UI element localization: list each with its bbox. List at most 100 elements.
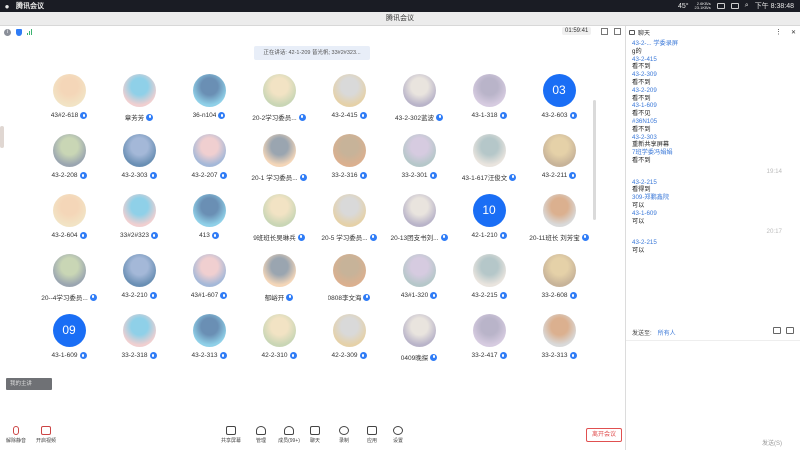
weather-text[interactable]: 45° (678, 3, 689, 10)
participant-avatar (262, 314, 296, 347)
chat-sender: 43-2-415 (632, 55, 657, 63)
participant-tile[interactable]: 20-11班长 刘芳宝 (524, 194, 594, 242)
menubar-app-name[interactable]: 腾讯会议 (16, 1, 44, 11)
screenshot-icon[interactable] (786, 327, 794, 334)
chat-label: 聊天 (309, 438, 320, 444)
participant-tile[interactable]: 43-2-303 (104, 134, 174, 179)
participant-tile[interactable]: 43#1-607 (174, 254, 244, 299)
participant-tile[interactable]: 20-13团支书刘... (384, 194, 454, 242)
microphone-icon (359, 172, 367, 179)
mute-button[interactable]: 解除静音 (2, 426, 30, 444)
participant-avatar (262, 254, 296, 287)
apple-icon[interactable]: ● (0, 2, 14, 11)
participant-tile[interactable]: 33-2-608 (524, 254, 594, 299)
participant-avatar (402, 314, 436, 347)
participant-tile[interactable]: 43-2-415 (314, 74, 384, 119)
participant-tile[interactable]: 9班班长吴琳兵 (244, 194, 314, 242)
participant-tile[interactable]: 20--4学习委员... (34, 254, 104, 302)
participant-tile[interactable]: 43-2-211 (524, 134, 594, 179)
participant-tile[interactable]: 36-n104 (174, 74, 244, 119)
chat-message-list[interactable]: 43-2-... 学委录屏 g的 43-2-415 看不到 43-2-309 看不到 43-… (632, 40, 792, 255)
participant-tile[interactable]: 33-2-313 (524, 314, 594, 359)
participant-name-row: 9班班长吴琳兵 (244, 232, 314, 242)
participant-tile[interactable]: 33-2-301 (384, 134, 454, 179)
participant-tile[interactable]: 10 42-1-210 (454, 194, 524, 239)
microphone-icon (80, 112, 88, 119)
participant-name-row: 42-2-309 (314, 352, 384, 359)
microphone-icon (218, 112, 226, 119)
participant-tile[interactable]: 33-2-417 (454, 314, 524, 359)
microphone-icon (298, 113, 306, 121)
participant-tile[interactable]: 09 43-1-609 (34, 314, 104, 359)
chat-sender: 7班学委冯娟娟 (632, 149, 673, 157)
apps-label: 应用 (366, 438, 377, 444)
members-button[interactable]: 成员(99+) (275, 426, 303, 444)
participant-tile[interactable]: 43#2-618 (34, 74, 104, 119)
menubar-clock[interactable]: 下午 8:38:48 (755, 1, 794, 11)
microphone-icon (149, 292, 157, 299)
participant-tile[interactable]: 03 43-2-603 (524, 74, 594, 119)
send-to-value[interactable]: 所有人 (658, 328, 676, 337)
record-button[interactable]: 录制 (330, 426, 358, 444)
participant-tile[interactable]: 20-1 学习委员... (244, 134, 314, 182)
participant-tile[interactable]: 42-2-309 (314, 314, 384, 359)
grid-scrollbar[interactable] (593, 100, 596, 220)
apps-grid-icon (367, 426, 377, 435)
participant-tile[interactable]: 33#2#323 (104, 194, 174, 239)
participant-tile[interactable]: 42-2-310 (244, 314, 314, 359)
participant-tile[interactable]: 43-1-617汪俊文 (454, 134, 524, 182)
participant-avatar (192, 194, 226, 227)
wifi-icon[interactable] (730, 3, 739, 9)
more-icon[interactable]: ⋮ (775, 28, 782, 36)
participant-name-row: 43-2-302蓝波 (384, 112, 454, 122)
participant-name: 33-2-301 (401, 172, 428, 179)
participant-tile[interactable]: 33-2-318 (104, 314, 174, 359)
send-to-selector[interactable]: 发送至: 所有人 (632, 328, 676, 337)
chat-message-text: g的 (632, 47, 642, 55)
battery-icon[interactable] (716, 3, 725, 9)
participant-tile[interactable]: 43-2-604 (34, 194, 104, 239)
chat-sender: 43-2-215 (632, 178, 657, 186)
layout-icon[interactable] (614, 28, 621, 35)
search-icon[interactable]: ⌕ (745, 2, 749, 10)
participant-tile[interactable]: 43-2-210 (104, 254, 174, 299)
participant-name-row: 43-2-415 (314, 112, 384, 119)
participant-tile[interactable]: 20-2学习委员... (244, 74, 314, 122)
settings-button[interactable]: 设置 (384, 426, 412, 444)
participant-tile[interactable]: 20-5 学习委员... (314, 194, 384, 242)
participant-name: 20-13团支书刘... (390, 235, 439, 242)
fullscreen-icon[interactable] (601, 28, 608, 35)
members-icon (284, 426, 294, 435)
close-icon[interactable]: ✕ (791, 29, 796, 36)
participant-tile[interactable]: 33-2-316 (314, 134, 384, 179)
microphone-icon (149, 352, 157, 359)
participant-tile[interactable]: 413 (174, 194, 244, 239)
participant-tile[interactable]: 43-2-313 (174, 314, 244, 359)
participant-tile[interactable]: 43-2-208 (34, 134, 104, 179)
shield-icon[interactable] (16, 28, 22, 36)
side-handle[interactable] (0, 126, 4, 148)
leave-meeting-button[interactable]: 离开会议 (586, 428, 622, 442)
video-button[interactable]: 开启视频 (32, 426, 60, 444)
participant-name: 43-2-313 (191, 352, 218, 359)
file-icon[interactable] (773, 327, 781, 334)
apps-button[interactable]: 应用 (358, 426, 386, 444)
signal-icon[interactable] (27, 29, 32, 35)
participant-tile[interactable]: 43-2-215 (454, 254, 524, 299)
participant-tile[interactable]: 0409晚探 (384, 314, 454, 362)
participant-tile[interactable]: 43-2-302蓝波 (384, 74, 454, 122)
record-label: 录制 (338, 438, 349, 444)
microphone-icon (149, 172, 157, 179)
info-icon[interactable]: i (4, 28, 11, 36)
participant-tile[interactable]: 43-2-207 (174, 134, 244, 179)
participant-tile[interactable]: 43#1-320 (384, 254, 454, 299)
manage-button[interactable]: 管理 (247, 426, 275, 444)
window-title: 腾讯会议 (386, 15, 414, 22)
participant-tile[interactable]: 43-1-318 (454, 74, 524, 119)
participant-tile[interactable]: 章芳芳 (104, 74, 174, 122)
share-screen-button[interactable]: 共享屏幕 (217, 426, 245, 444)
participant-tile[interactable]: 郁峪开 (244, 254, 314, 302)
chat-button[interactable]: 聊天 (301, 426, 329, 444)
participant-tile[interactable]: 0808李文海 (314, 254, 384, 302)
send-button[interactable]: 发送(S) (762, 438, 782, 447)
